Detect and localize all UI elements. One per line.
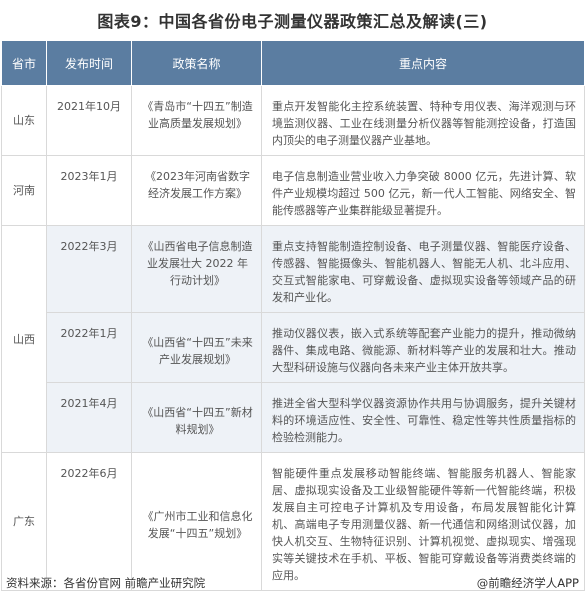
table-row: 广东 2022年6月 《广州市工业和信息化发展“十四五”规划》 智能硬件重点发展… — [1, 452, 585, 591]
province-cell: 河南 — [1, 155, 47, 226]
content-cell: 重点开发智能化主控系统装置、特种专用仪表、海洋观测与环境监测仪器、工业在线测量分… — [261, 85, 585, 156]
content-cell: 智能硬件重点发展移动智能终端、智能服务机器人、智能家居、虚拟现实设备及工业级智能… — [261, 452, 585, 591]
source-note: 资料来源：各省份官网 前瞻产业研究院 — [6, 576, 206, 590]
content-cell: 重点支持智能制造控制设备、电子测量仪器、智能医疗设备、传感器、智能摄像头、智能机… — [261, 225, 585, 313]
header-content: 重点内容 — [261, 40, 585, 86]
chart-title: 图表9：中国各省份电子测量仪器政策汇总及解读(三) — [97, 12, 488, 31]
date-cell: 2022年6月 — [46, 452, 132, 591]
policy-table: 省市 发布时间 政策名称 重点内容 山东 2021年10月 《青岛市“十四五”制… — [1, 40, 585, 591]
table-row: 山西 2022年3月 《山西省电子信息制造业发展壮大 2022 年行动计划》 重… — [1, 225, 585, 453]
date-cell: 2021年10月 — [46, 85, 132, 156]
date-cell: 2023年1月 — [46, 155, 132, 226]
header-province: 省市 — [1, 40, 47, 86]
policy-cell: 《青岛市“十四五”制造业高质量发展规划》 — [131, 85, 262, 156]
table-row: 2022年1月 《山西省“十四五”未来产业发展规划》 推动仪器仪表，嵌入式系统等… — [2, 312, 585, 383]
date-cell: 2021年4月 — [46, 382, 132, 453]
table-header-row: 省市 发布时间 政策名称 重点内容 — [1, 40, 585, 86]
brand-label: @前瞻经济学人APP — [476, 576, 579, 590]
table-row: 山东 2021年10月 《青岛市“十四五”制造业高质量发展规划》 重点开发智能化… — [1, 85, 585, 156]
brand-credit: @前瞻经济学人APP — [477, 575, 579, 591]
header-policy: 政策名称 — [131, 40, 262, 86]
policy-cell: 《广州市工业和信息化发展“十四五”规划》 — [131, 452, 262, 591]
policy-cell: 《山西省“十四五”未来产业发展规划》 — [131, 312, 262, 383]
date-cell: 2022年1月 — [46, 312, 132, 383]
policy-cell: 《山西省电子信息制造业发展壮大 2022 年行动计划》 — [131, 225, 262, 313]
content-cell: 推动仪器仪表，嵌入式系统等配套产业能力的提升，推动微纳器件、集成电路、微能源、新… — [261, 312, 585, 383]
policy-cell: 《2023年河南省数字经济发展工作方案》 — [131, 155, 262, 226]
policy-cell: 《山西省“十四五”新材料规划》 — [131, 382, 262, 453]
content-cell: 推进全省大型科学仪器资源协作共用与协调服务，提升关键材料的环境适应性、安全性、可… — [261, 382, 585, 453]
content-cell: 电子信息制造业营业收入力争突破 8000 亿元，先进计算、软件产业规模均超过 5… — [261, 155, 585, 226]
province-cell: 广东 — [1, 452, 47, 591]
date-cell: 2022年3月 — [46, 225, 132, 313]
province-cell: 山西 — [1, 225, 47, 453]
header-date: 发布时间 — [46, 40, 132, 86]
table-row: 河南 2023年1月 《2023年河南省数字经济发展工作方案》 电子信息制造业营… — [1, 155, 585, 226]
table-row: 2021年4月 《山西省“十四五”新材料规划》 推进全省大型科学仪器资源协作共用… — [2, 382, 585, 453]
province-cell: 山东 — [1, 85, 47, 156]
